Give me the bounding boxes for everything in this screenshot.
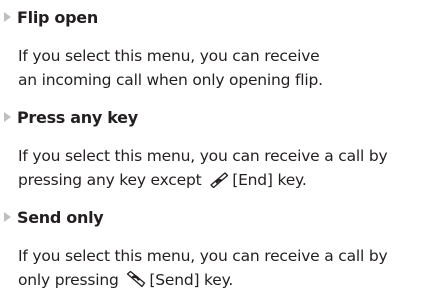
description-text: If you select this menu, you can receive…: [18, 147, 388, 189]
section-heading-label: Flip open: [17, 7, 98, 27]
description-text: If you select this menu, you can receive…: [18, 47, 323, 89]
send-key-icon: [127, 270, 146, 288]
section-heading-label: Press any key: [17, 107, 138, 127]
page: { "sections": [ { "heading": "Flip open"…: [0, 0, 423, 294]
section-description: If you select this menu, you can receive…: [18, 244, 418, 292]
section-description: If you select this menu, you can receive…: [18, 44, 338, 92]
triangle-bullet-icon: [4, 112, 11, 122]
section-heading-flip-open: Flip open: [4, 6, 98, 28]
triangle-bullet-icon: [4, 212, 11, 222]
triangle-bullet-icon: [4, 12, 11, 22]
description-text-suffix: [Send] key.: [149, 271, 234, 289]
section-heading-press-any-key: Press any key: [4, 106, 138, 128]
section-description: If you select this menu, you can receive…: [18, 144, 418, 192]
section-heading-send-only: Send only: [4, 206, 104, 228]
section-heading-label: Send only: [17, 207, 104, 227]
description-text-suffix: [End] key.: [232, 171, 307, 189]
end-key-icon: [210, 172, 229, 188]
